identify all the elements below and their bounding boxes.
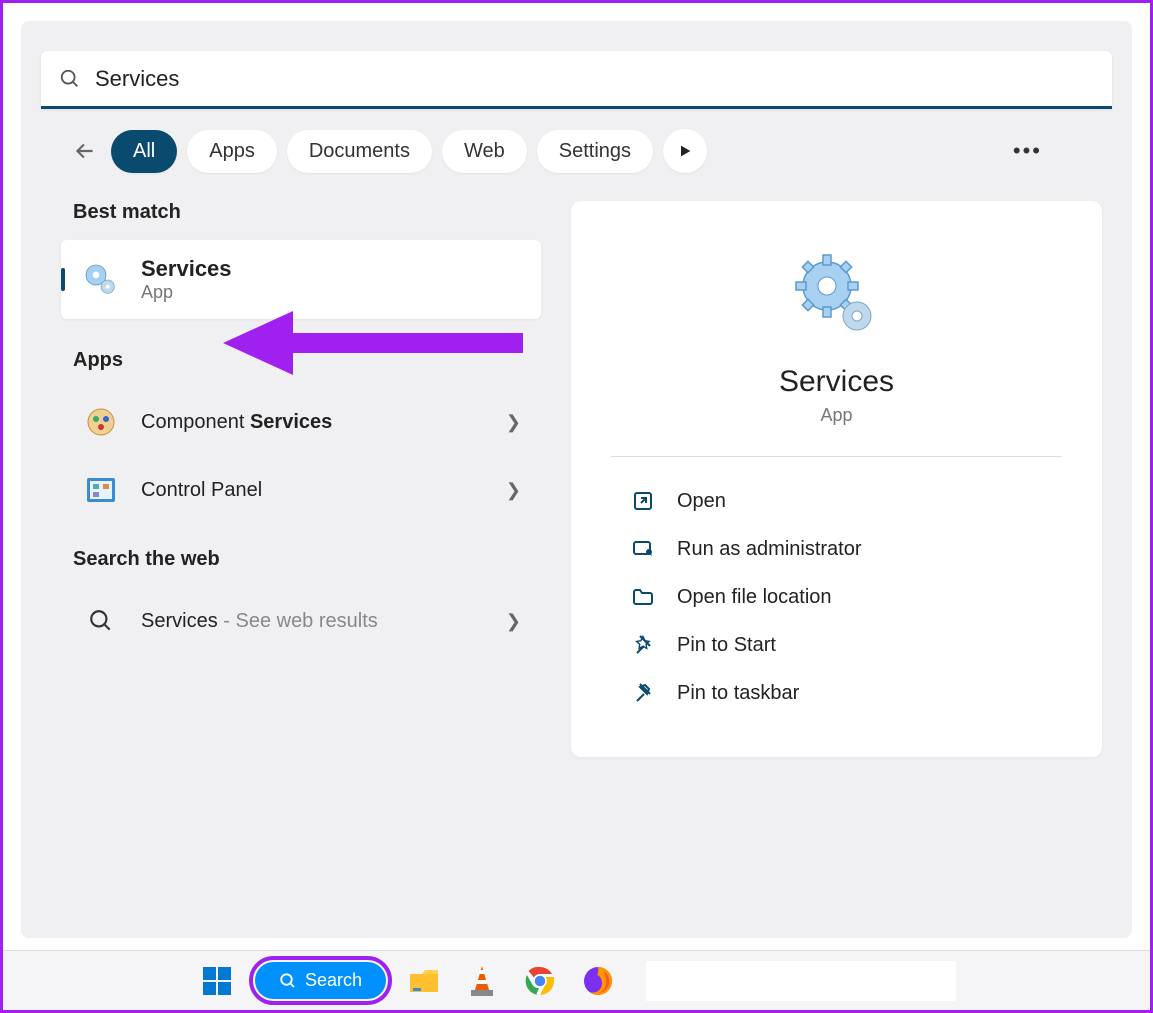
action-label: Open file location [677,586,832,609]
search-window: All Apps Documents Web Settings ••• Best… [21,21,1132,938]
annotation-arrow [223,303,523,383]
web-result-label: Services - See web results [141,610,486,633]
filter-tabs: All Apps Documents Web Settings ••• [21,109,1132,173]
action-label: Pin to taskbar [677,682,799,705]
section-search-web: Search the web [73,548,541,571]
tab-apps[interactable]: Apps [187,130,277,173]
result-title: Services [141,256,232,282]
chevron-right-icon: ❯ [506,480,521,501]
back-arrow-icon[interactable] [69,135,101,167]
component-services-icon [81,402,121,442]
taskbar-blank [646,961,956,1001]
divider [611,456,1062,457]
admin-icon [631,537,655,561]
app-result-label: Component Services [141,411,486,434]
section-best-match: Best match [73,201,541,224]
chrome-icon[interactable] [520,961,560,1001]
taskbar-search-button[interactable]: Search [255,962,386,999]
search-icon [279,972,297,990]
action-pin-start[interactable]: Pin to Start [611,621,1062,669]
gears-icon [81,260,121,300]
action-label: Run as administrator [677,538,862,561]
action-open[interactable]: Open [611,477,1062,525]
app-result-control-panel[interactable]: Control Panel ❯ [61,456,541,524]
action-label: Pin to Start [677,634,776,657]
search-input[interactable] [95,66,1094,92]
web-search-result[interactable]: Services - See web results ❯ [61,587,541,655]
vlc-icon[interactable] [462,961,502,1001]
tab-documents[interactable]: Documents [287,130,432,173]
results-column: Best match Services App Apps Component S… [61,201,541,757]
file-explorer-icon[interactable] [404,961,444,1001]
chevron-right-icon: ❯ [506,611,521,632]
tab-all[interactable]: All [111,130,177,173]
taskbar-search-label: Search [305,970,362,991]
control-panel-icon [81,470,121,510]
search-icon [81,601,121,641]
action-open-file-location[interactable]: Open file location [611,573,1062,621]
pin-icon [631,681,655,705]
chevron-right-icon: ❯ [506,412,521,433]
search-icon [59,68,81,90]
firefox-icon[interactable] [578,961,618,1001]
tab-more[interactable] [663,129,707,173]
gears-icon-large [611,251,1062,341]
result-subtitle: App [141,282,232,303]
detail-title: Services [611,365,1062,399]
action-run-admin[interactable]: Run as administrator [611,525,1062,573]
tab-web[interactable]: Web [442,130,527,173]
pin-icon [631,633,655,657]
detail-subtitle: App [611,405,1062,426]
detail-panel: Services App Open Run as administrator O… [571,201,1102,757]
search-bar[interactable] [41,51,1112,109]
play-icon [677,143,693,159]
tab-settings[interactable]: Settings [537,130,653,173]
app-result-label: Control Panel [141,479,486,502]
app-result-component-services[interactable]: Component Services ❯ [61,388,541,456]
action-pin-taskbar[interactable]: Pin to taskbar [611,669,1062,717]
taskbar: Search [3,950,1150,1010]
open-icon [631,489,655,513]
folder-icon [631,585,655,609]
more-options-icon[interactable]: ••• [1013,138,1102,164]
action-label: Open [677,490,726,513]
start-button[interactable] [197,961,237,1001]
